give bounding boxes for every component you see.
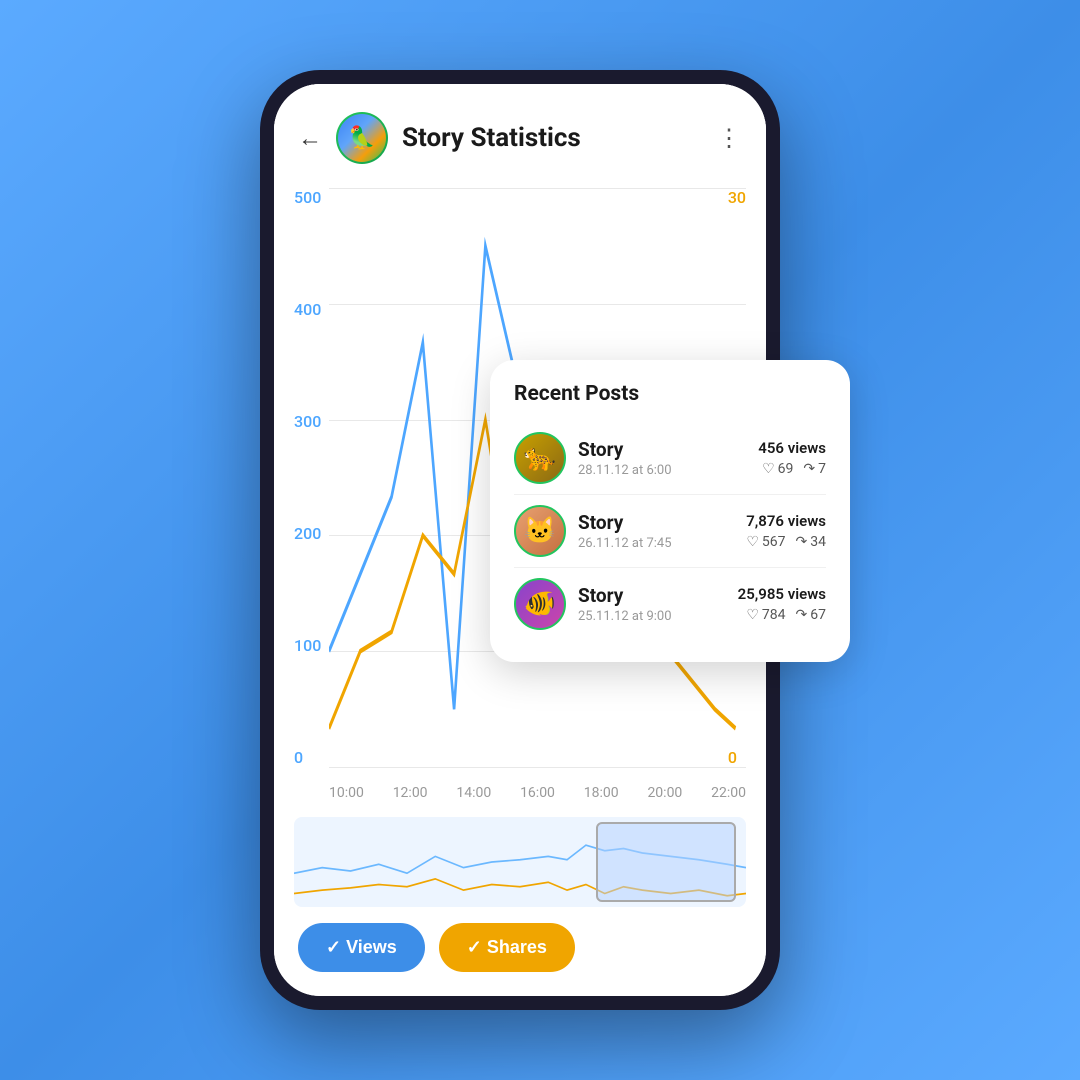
x-label-1600: 16:00 <box>520 785 555 801</box>
y-label-200: 200 <box>294 524 321 543</box>
post-stats: 456 views ♡ 69 ↷ 7 <box>758 439 826 477</box>
likes-count: ♡ 567 <box>746 534 785 550</box>
shares-count: ↷ 7 <box>803 461 826 477</box>
views-filter-button[interactable]: ✓ Views <box>298 923 425 972</box>
y-label-400: 400 <box>294 300 321 319</box>
post-views: 7,876 views <box>746 512 826 530</box>
likes-count: ♡ 784 <box>746 607 785 623</box>
recent-posts-title: Recent Posts <box>514 382 826 406</box>
post-date: 26.11.12 at 7:45 <box>578 536 734 551</box>
y-label-100: 100 <box>294 636 321 655</box>
list-item[interactable]: 🐱 Story 26.11.12 at 7:45 7,876 views ♡ 5… <box>514 495 826 568</box>
x-label-2000: 20:00 <box>647 785 682 801</box>
x-axis-labels: 10:00 12:00 14:00 16:00 18:00 20:00 22:0… <box>329 785 746 801</box>
filter-buttons: ✓ Views ✓ Shares <box>274 907 766 996</box>
list-item[interactable]: 🐆 Story 28.11.12 at 6:00 456 views ♡ 69 … <box>514 422 826 495</box>
mini-chart-selection[interactable] <box>596 822 736 902</box>
post-title: Story <box>578 438 746 461</box>
likes-count: ♡ 69 <box>762 461 793 477</box>
profile-avatar-ring: 🦜 <box>336 112 388 164</box>
x-label-2200: 22:00 <box>711 785 746 801</box>
list-item[interactable]: 🐠 Story 25.11.12 at 9:00 25,985 views ♡ … <box>514 568 826 640</box>
y-label-500: 500 <box>294 188 321 207</box>
x-label-1800: 18:00 <box>584 785 619 801</box>
y-label-0: 0 <box>294 748 321 767</box>
mini-chart[interactable] <box>294 817 746 907</box>
post-views: 25,985 views <box>738 585 826 603</box>
back-button[interactable]: ← <box>298 124 322 153</box>
post-engagement: ♡ 567 ↷ 34 <box>746 534 826 550</box>
post-title: Story <box>578 511 734 534</box>
post-views: 456 views <box>758 439 826 457</box>
avatar: 🐠 <box>514 578 566 630</box>
more-options-icon[interactable]: ⋮ <box>717 124 742 152</box>
y-axis-left: 500 400 300 200 100 0 <box>294 188 321 767</box>
post-stats: 25,985 views ♡ 784 ↷ 67 <box>738 585 826 623</box>
avatar: 🐆 <box>514 432 566 484</box>
x-label-1400: 14:00 <box>456 785 491 801</box>
shares-filter-button[interactable]: ✓ Shares <box>439 923 575 972</box>
post-stats: 7,876 views ♡ 567 ↷ 34 <box>746 512 826 550</box>
app-header: ← 🦜 Story Statistics ⋮ <box>274 84 766 180</box>
x-label-1000: 10:00 <box>329 785 364 801</box>
profile-avatar: 🦜 <box>338 114 386 162</box>
post-title: Story <box>578 584 726 607</box>
page-title: Story Statistics <box>402 123 703 153</box>
post-engagement: ♡ 784 ↷ 67 <box>738 607 826 623</box>
y-label-300: 300 <box>294 412 321 431</box>
recent-posts-card: Recent Posts 🐆 Story 28.11.12 at 6:00 45… <box>490 360 850 662</box>
post-date: 25.11.12 at 9:00 <box>578 609 726 624</box>
shares-count: ↷ 67 <box>796 607 826 623</box>
phone-container: Recent Posts 🐆 Story 28.11.12 at 6:00 45… <box>260 70 820 1010</box>
shares-count: ↷ 34 <box>796 534 826 550</box>
post-engagement: ♡ 69 ↷ 7 <box>758 461 826 477</box>
avatar: 🐱 <box>514 505 566 557</box>
x-label-1200: 12:00 <box>393 785 428 801</box>
post-info: Story 26.11.12 at 7:45 <box>578 511 734 551</box>
post-info: Story 25.11.12 at 9:00 <box>578 584 726 624</box>
post-info: Story 28.11.12 at 6:00 <box>578 438 746 478</box>
post-date: 28.11.12 at 6:00 <box>578 463 746 478</box>
